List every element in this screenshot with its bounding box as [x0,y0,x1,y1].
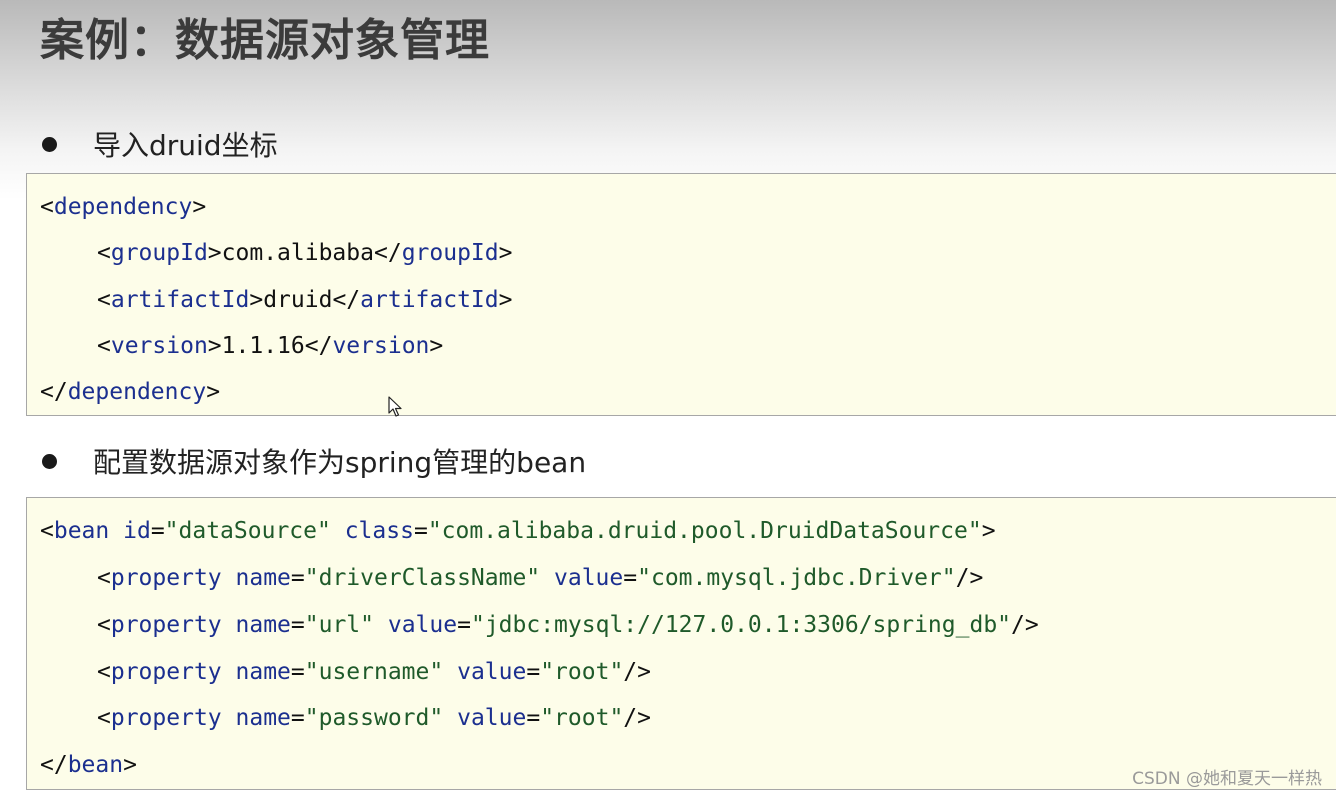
code-line-version: <version>1.1.16</version> [97,333,444,359]
slide-title: 案例：数据源对象管理 [40,15,490,66]
bullet-icon [42,453,57,469]
mouse-pointer-icon [388,396,402,417]
code-line-artifactid: <artifactId>druid</artifactId> [97,287,513,313]
bullet-text-2: 配置数据源对象作为spring管理的bean [93,446,587,479]
bullet-icon [42,136,57,152]
code-line-dependency-close: </dependency> [40,379,221,405]
code-block-bean: <bean id="dataSource" class="com.alibaba… [26,497,1336,790]
watermark: CSDN @她和夏天一样热 [1132,769,1322,789]
code-line-property-url: <property name="url" value="jdbc:mysql:/… [97,612,1039,638]
code-line-bean-close: </bean> [40,752,137,778]
code-line-dependency-open: <dependency> [40,194,207,220]
code-block-dependency: <dependency> <groupId>com.alibaba</group… [26,173,1336,416]
code-line-property-username: <property name="username" value="root"/> [97,659,651,685]
code-line-bean-open: <bean id="dataSource" class="com.alibaba… [40,518,996,544]
code-line-property-driver: <property name="driverClassName" value="… [97,565,984,591]
bullet-text-1: 导入druid坐标 [93,129,278,162]
code-line-groupid: <groupId>com.alibaba</groupId> [97,240,513,266]
bullet-item-1: 导入druid坐标 [40,124,278,164]
bullet-item-2: 配置数据源对象作为spring管理的bean [40,441,586,481]
code-line-property-password: <property name="password" value="root"/> [97,705,651,731]
